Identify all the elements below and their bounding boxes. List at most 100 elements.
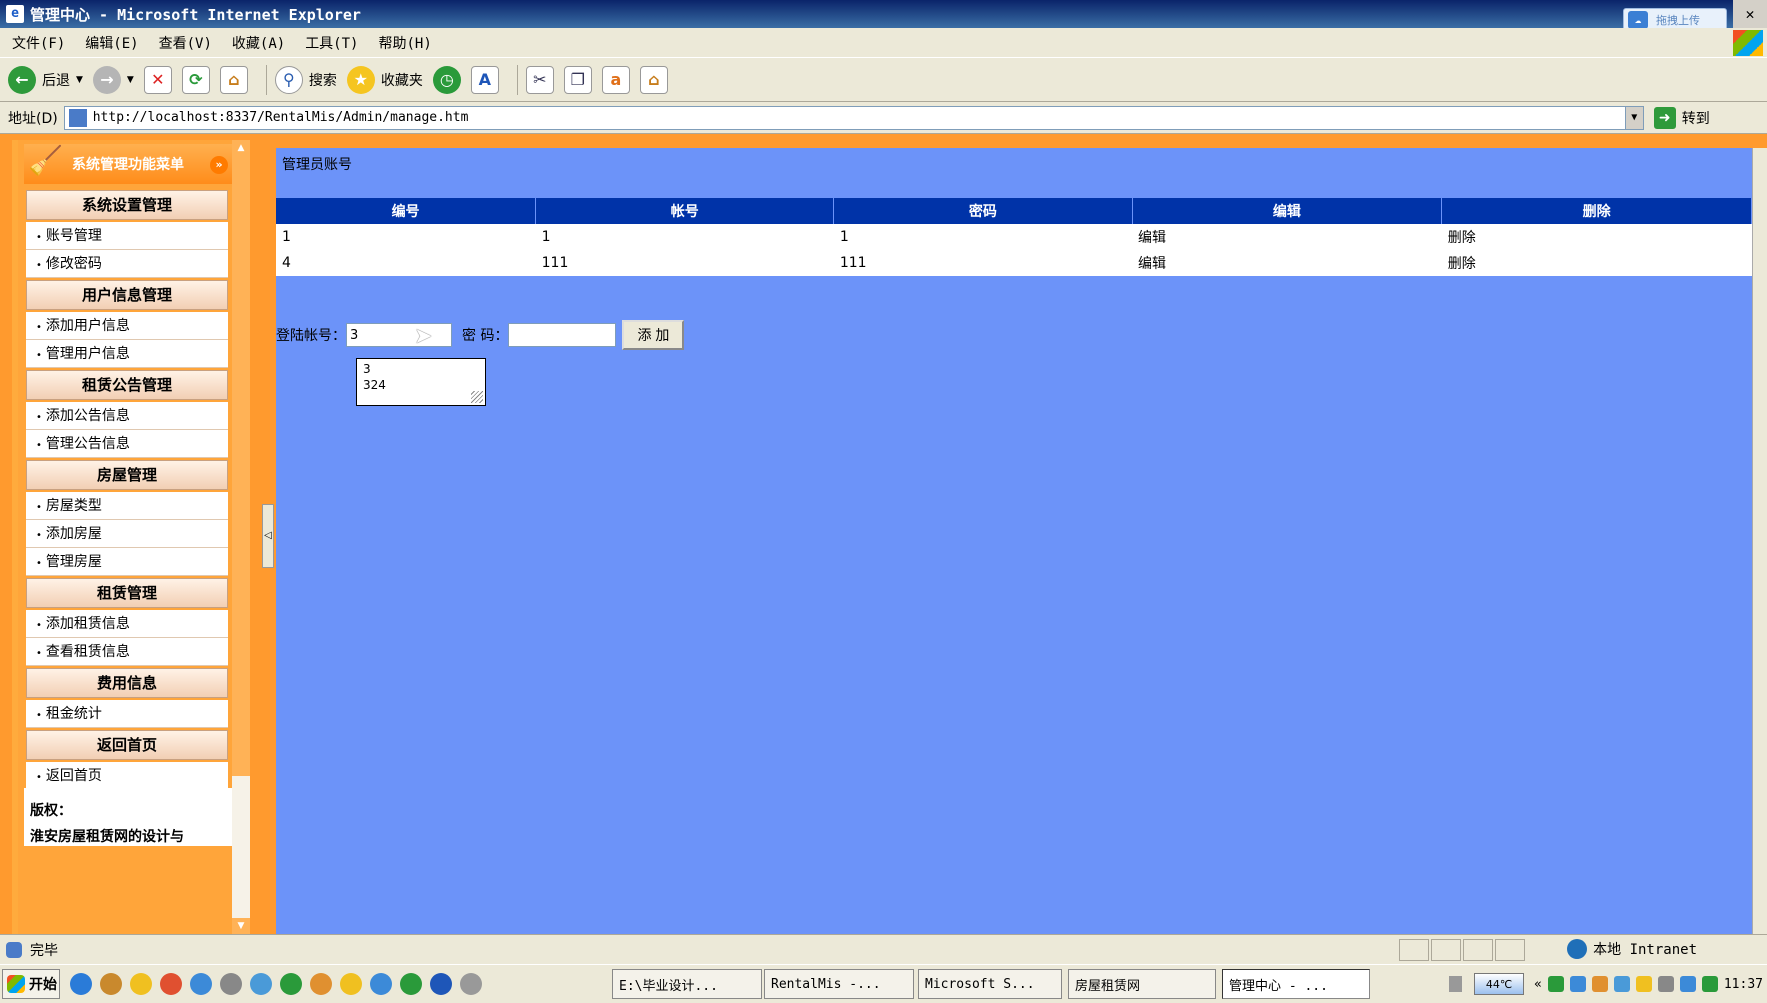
app-icon[interactable] xyxy=(220,973,242,995)
go-button[interactable]: ➜ 转到 xyxy=(1653,106,1710,129)
account-label: 登陆帐号： xyxy=(276,328,346,344)
ie-icon[interactable] xyxy=(370,973,392,995)
history-icon[interactable]: ◷ xyxy=(432,65,461,94)
section-announcements[interactable]: 租赁公告管理 xyxy=(26,370,228,400)
close-icon[interactable]: ✕ xyxy=(1733,0,1767,28)
account-input[interactable] xyxy=(346,323,452,347)
tray-app-icon[interactable] xyxy=(1591,976,1608,992)
chevron-down-icon[interactable]: ▼ xyxy=(1624,106,1643,129)
cell-id: 4 xyxy=(276,250,536,276)
main-scrollbar[interactable] xyxy=(1752,148,1767,934)
qq-icon[interactable] xyxy=(130,973,152,995)
forward-button[interactable]: → ▼ xyxy=(92,65,134,94)
sidebar-item-account-manage[interactable]: 账号管理 xyxy=(26,222,228,250)
tray-app-icon[interactable] xyxy=(1547,976,1564,992)
sidebar-item-change-password[interactable]: 修改密码 xyxy=(26,250,228,278)
refresh-icon[interactable]: ⟳ xyxy=(181,65,210,94)
translate-icon[interactable]: a xyxy=(601,65,630,94)
sidebar-item-manage-user[interactable]: 管理用户信息 xyxy=(26,340,228,368)
app-icon[interactable] xyxy=(100,973,122,995)
menu-favorites[interactable]: 收藏(A) xyxy=(232,33,285,53)
address-input[interactable]: http://localhost:8337/RentalMis/Admin/ma… xyxy=(63,105,1644,130)
menu-edit[interactable]: 编辑(E) xyxy=(85,33,138,53)
taskbar-item-sqlserver[interactable]: Microsoft S... xyxy=(918,969,1062,999)
app-icon[interactable] xyxy=(310,973,332,995)
section-rentals[interactable]: 租赁管理 xyxy=(26,578,228,608)
keyboard-icon[interactable] xyxy=(1449,976,1463,992)
taskbar-item-rental-site[interactable]: 房屋租赁网 xyxy=(1068,969,1216,999)
collapse-icon[interactable]: » xyxy=(210,156,228,174)
scroll-down-icon[interactable]: ▼ xyxy=(232,918,250,934)
ie-icon[interactable] xyxy=(250,973,272,995)
app-icon[interactable] xyxy=(160,973,182,995)
menu-tools[interactable]: 工具(T) xyxy=(305,33,358,53)
sidebar-scrollbar[interactable]: ▲ ▼ xyxy=(232,140,250,934)
app-icon[interactable] xyxy=(460,973,482,995)
main-panel: 管理员账号 编号 帐号 密码 编辑 删除 1 1 1 编辑 删除 4 111 1… xyxy=(276,148,1752,934)
app-icon[interactable] xyxy=(430,973,452,995)
scroll-thumb[interactable] xyxy=(232,156,250,776)
back-button[interactable]: ← 后退 ▼ xyxy=(8,65,83,94)
sidebar-item-rent-stats[interactable]: 租金统计 xyxy=(26,700,228,728)
section-fees[interactable]: 费用信息 xyxy=(26,668,228,698)
scroll-up-icon[interactable]: ▲ xyxy=(232,140,250,156)
sidebar-item-manage-house[interactable]: 管理房屋 xyxy=(26,548,228,576)
copy-icon[interactable]: ❐ xyxy=(563,65,592,94)
tray-app-icon[interactable] xyxy=(1679,976,1696,992)
delete-link[interactable]: 删除 xyxy=(1441,250,1752,276)
section-system-settings[interactable]: 系统设置管理 xyxy=(26,190,228,220)
start-button[interactable]: 开始 xyxy=(2,969,60,999)
app-icon[interactable] xyxy=(280,973,302,995)
globe-icon[interactable] xyxy=(190,973,212,995)
home-icon[interactable]: ⌂ xyxy=(219,65,248,94)
resize-grip-icon[interactable] xyxy=(471,391,483,403)
app-icon[interactable] xyxy=(400,973,422,995)
section-user-info[interactable]: 用户信息管理 xyxy=(26,280,228,310)
search-button[interactable]: ⚲ 搜索 xyxy=(274,65,337,94)
favorites-button[interactable]: ★ 收藏夹 xyxy=(346,65,423,94)
password-input[interactable] xyxy=(508,323,617,347)
autocomplete-option[interactable]: 324 xyxy=(363,377,479,393)
toolbar: ← 后退 ▼ → ▼ ✕ ⟳ ⌂ ⚲ 搜索 ★ 收藏夹 ◷ A ✂ ❐ a ⌂ xyxy=(0,58,1767,102)
menu-view[interactable]: 查看(V) xyxy=(159,33,212,53)
section-houses[interactable]: 房屋管理 xyxy=(26,460,228,490)
media-player-icon[interactable] xyxy=(70,973,92,995)
tray-app-icon[interactable] xyxy=(1569,976,1586,992)
password-label: 密 码： xyxy=(462,328,509,344)
network-icon[interactable] xyxy=(1701,976,1718,992)
cell-account: 1 xyxy=(535,224,834,250)
frame-splitter[interactable]: ◁ xyxy=(262,504,274,568)
sidebar-item-add-house[interactable]: 添加房屋 xyxy=(26,520,228,548)
section-home[interactable]: 返回首页 xyxy=(26,730,228,760)
qq-icon[interactable] xyxy=(340,973,362,995)
sidebar-item-house-type[interactable]: 房屋类型 xyxy=(26,492,228,520)
sidebar-item-add-announcement[interactable]: 添加公告信息 xyxy=(26,402,228,430)
qq-icon[interactable] xyxy=(1635,976,1652,992)
windows-logo-icon xyxy=(1733,30,1763,56)
cut-icon[interactable]: ✂ xyxy=(525,65,554,94)
sidebar-item-return-home[interactable]: 返回首页 xyxy=(26,762,228,790)
taskbar-item-rentalmis[interactable]: RentalMis -... xyxy=(764,969,914,999)
home-icon[interactable]: ⌂ xyxy=(639,65,668,94)
delete-link[interactable]: 删除 xyxy=(1441,224,1752,250)
add-button[interactable]: 添 加 xyxy=(622,320,685,350)
cell-id: 1 xyxy=(276,224,536,250)
sidebar-item-view-rental[interactable]: 查看租赁信息 xyxy=(26,638,228,666)
taskbar-item-admin-center[interactable]: 管理中心 - ... xyxy=(1222,969,1370,999)
tray-app-icon[interactable] xyxy=(1657,976,1674,992)
menu-help[interactable]: 帮助(H) xyxy=(378,33,431,53)
tray-app-icon[interactable] xyxy=(1613,976,1630,992)
sidebar-item-add-rental[interactable]: 添加租赁信息 xyxy=(26,610,228,638)
sidebar-item-add-user[interactable]: 添加用户信息 xyxy=(26,312,228,340)
menu-file[interactable]: 文件(F) xyxy=(12,33,65,53)
autocomplete-option[interactable]: 3 xyxy=(363,361,479,377)
expand-tray-icon[interactable]: « xyxy=(1534,977,1542,992)
edit-link[interactable]: 编辑 xyxy=(1132,250,1442,276)
taskbar-item-folder[interactable]: E:\毕业设计... xyxy=(612,969,762,999)
sidebar-item-manage-announcement[interactable]: 管理公告信息 xyxy=(26,430,228,458)
sidebar: 🧹 系统管理功能菜单 » 系统设置管理 账号管理 修改密码 用户信息管理 添加用… xyxy=(12,140,250,934)
font-size-icon[interactable]: A xyxy=(470,65,499,94)
copyright-label: 版权： xyxy=(30,803,72,819)
stop-icon[interactable]: ✕ xyxy=(143,65,172,94)
edit-link[interactable]: 编辑 xyxy=(1132,224,1442,250)
